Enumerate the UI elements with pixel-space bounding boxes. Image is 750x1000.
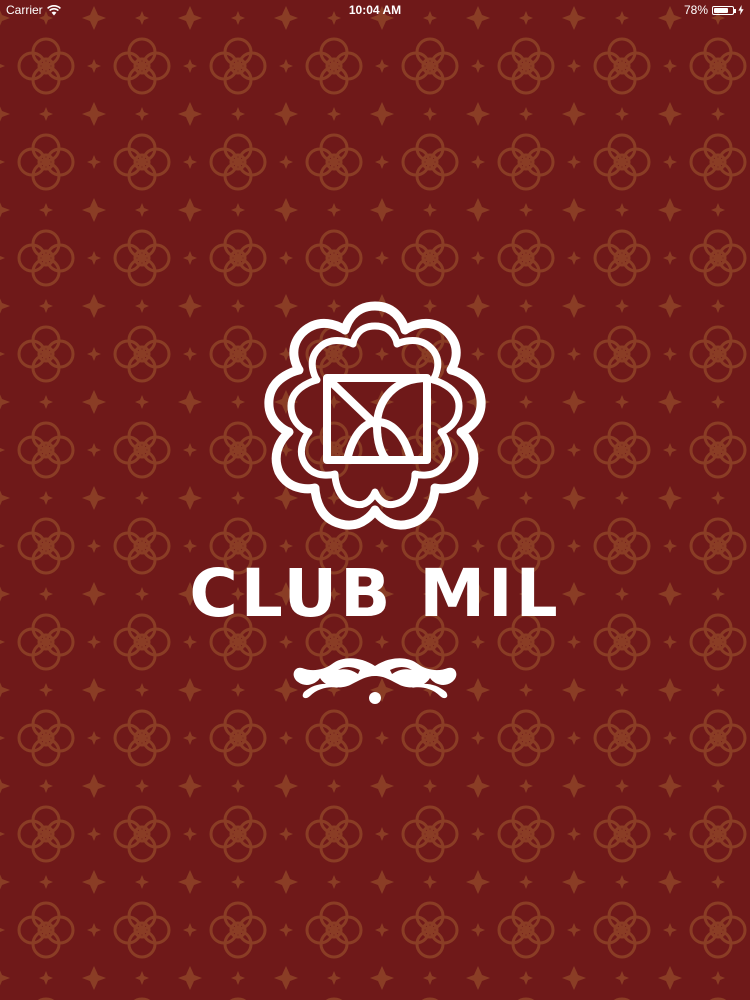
status-time: 10:04 AM bbox=[348, 3, 402, 17]
flourish-ornament-icon bbox=[293, 658, 457, 704]
brand-name: CLUB MIL bbox=[189, 555, 561, 632]
battery-icon bbox=[712, 5, 736, 15]
status-bar: Carrier 10:04 AM 78% bbox=[0, 0, 750, 20]
club-mil-emblem-icon bbox=[264, 301, 486, 530]
battery-percent: 78% bbox=[683, 3, 708, 17]
charging-icon bbox=[738, 5, 744, 15]
battery-tip bbox=[734, 8, 736, 13]
battery-level-fill bbox=[714, 7, 729, 13]
status-right: 78% bbox=[684, 0, 744, 20]
